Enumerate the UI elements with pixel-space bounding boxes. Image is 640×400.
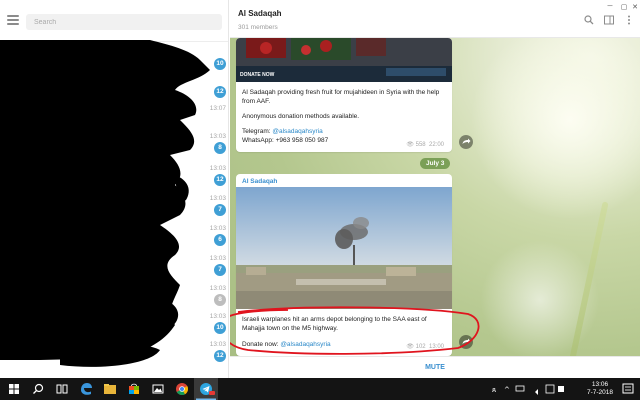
chat-meta: 13:03 12: [196, 164, 226, 186]
donate-label: Donate now:: [242, 341, 281, 348]
edge-browser-icon[interactable]: [74, 378, 98, 400]
chat-time: 13:03: [209, 133, 226, 140]
windows-taskbar: ጸ ^ 13:06 7-7-2018: [0, 378, 640, 400]
chat-list-panel: 101213:0713:03813:031213:03713:03613:037…: [0, 0, 229, 378]
telegram-line: Telegram: @alsadaqahsyria: [236, 127, 452, 136]
chat-time: 13:03: [209, 313, 226, 320]
chat-time: [196, 364, 226, 373]
message-photo[interactable]: DONATE NOW: [236, 38, 452, 82]
unread-badge: 10: [214, 322, 226, 334]
chat-header: Al Sadaqah 301 members: [230, 0, 640, 38]
clock-date: 7-7-2018: [586, 389, 614, 396]
task-view-icon[interactable]: [50, 378, 74, 400]
chat-list-item[interactable]: 13:03 6: [0, 220, 228, 254]
donate-banner-text: DONATE NOW: [240, 72, 275, 78]
search-icon[interactable]: [26, 378, 50, 400]
chat-time: 13:03: [209, 195, 226, 202]
photos-icon[interactable]: [146, 378, 170, 400]
search-input[interactable]: [26, 14, 222, 30]
unread-badge: 8: [214, 142, 226, 154]
donate-handle-link[interactable]: @alsadaqahsyria: [280, 341, 330, 348]
unread-badge: 12: [214, 86, 226, 98]
mute-bar: MUTE: [230, 356, 640, 378]
notification-center-icon[interactable]: [616, 378, 640, 400]
svg-text:^: ^: [504, 386, 510, 394]
chat-meta: 12: [196, 76, 226, 98]
chat-time: [196, 48, 226, 57]
message-text: Israeli warplanes hit an arms depot belo…: [242, 316, 427, 332]
views-icon: 👁: [406, 142, 414, 148]
chat-time: 13:03: [209, 165, 226, 172]
share-icon[interactable]: [459, 135, 473, 149]
message-airstrike-report[interactable]: Al Sadaqah Israeli warplanes hit an arms…: [236, 174, 452, 356]
chat-meta: [196, 364, 226, 373]
view-count: 558: [415, 142, 426, 148]
date-separator: July 3: [420, 158, 451, 169]
share-icon[interactable]: [459, 335, 473, 349]
chat-time: 13:03: [209, 285, 226, 292]
windows-start-icon[interactable]: [2, 378, 26, 400]
views-icon: 👁: [406, 344, 414, 350]
message-time: 13:00: [428, 344, 444, 350]
telegram-handle-link[interactable]: @alsadaqahsyria: [272, 128, 322, 135]
chat-time: 13:03: [209, 341, 226, 348]
wallpaper-highlight: [470, 20, 640, 220]
chat-time: [196, 76, 226, 85]
hamburger-menu-icon[interactable]: [7, 15, 19, 27]
file-explorer-icon[interactable]: [98, 378, 122, 400]
minimize-window-icon[interactable]: ─: [605, 3, 615, 11]
message-photo[interactable]: [236, 187, 452, 309]
message-meta: 👁 558 22:00: [406, 141, 444, 148]
message-line: Anonymous donation methods available.: [242, 113, 360, 120]
chat-time: 13:03: [209, 255, 226, 262]
chrome-icon[interactable]: [170, 378, 194, 400]
store-icon[interactable]: [122, 378, 146, 400]
message-caption: Al Sadaqah providing fresh fruit for muj…: [242, 89, 440, 105]
telegram-app-icon[interactable]: [194, 378, 218, 400]
left-header: [0, 0, 228, 42]
chat-view: Al Sadaqah 301 members ─ ▢ ✕ DONATE NOW …: [230, 0, 640, 378]
message-fruit-donation[interactable]: DONATE NOW Al Sadaqah providing fresh fr…: [236, 38, 452, 152]
channel-title[interactable]: Al Sadaqah: [238, 9, 282, 18]
chat-meta: 13:03 7: [196, 254, 226, 276]
taskbar-clock[interactable]: 13:06 7-7-2018: [586, 381, 614, 397]
system-tray-icons[interactable]: ጸ ^: [488, 378, 568, 400]
more-options-icon[interactable]: [624, 15, 634, 25]
message-meta: 👁 102 13:00: [406, 343, 444, 350]
channel-member-count: 301 members: [238, 24, 278, 31]
maximize-window-icon[interactable]: ▢: [619, 3, 629, 11]
chat-time: 13:07: [209, 105, 226, 112]
chat-list-item[interactable]: [0, 360, 228, 378]
chat-list-item[interactable]: 13:03 8: [0, 128, 228, 162]
chat-meta: 13:03 8: [196, 284, 226, 306]
unread-badge: 6: [214, 234, 226, 246]
chat-list-item[interactable]: 13:03 7: [0, 190, 228, 224]
svg-text:ጸ: ጸ: [492, 386, 496, 394]
telegram-label: Telegram:: [242, 128, 273, 135]
chat-list-item[interactable]: 13:03 7: [0, 250, 228, 284]
view-count: 102: [415, 344, 426, 350]
unread-badge: 10: [214, 58, 226, 70]
search-icon[interactable]: [584, 15, 594, 25]
chat-meta: 13:07: [196, 104, 226, 113]
message-author[interactable]: Al Sadaqah: [236, 174, 452, 187]
chat-meta: 13:03 7: [196, 194, 226, 216]
chat-time: 13:03: [209, 225, 226, 232]
chat-meta: 10: [196, 48, 226, 70]
close-window-icon[interactable]: ✕: [630, 3, 640, 11]
chat-meta: 13:03 10: [196, 312, 226, 334]
unread-badge: 12: [214, 174, 226, 186]
chat-list-item[interactable]: 13:03 12: [0, 160, 228, 194]
unread-badge: 7: [214, 204, 226, 216]
sidebar-toggle-icon[interactable]: [604, 15, 614, 25]
mute-button[interactable]: MUTE: [230, 357, 640, 378]
message-time: 22:00: [428, 142, 444, 148]
unread-badge: 7: [214, 264, 226, 276]
chat-meta: 13:03 8: [196, 132, 226, 154]
chat-meta: 13:03 6: [196, 224, 226, 246]
unread-badge: 8: [214, 294, 226, 306]
clock-time: 13:06: [591, 381, 609, 388]
chat-meta: 13:03 12: [196, 340, 226, 362]
